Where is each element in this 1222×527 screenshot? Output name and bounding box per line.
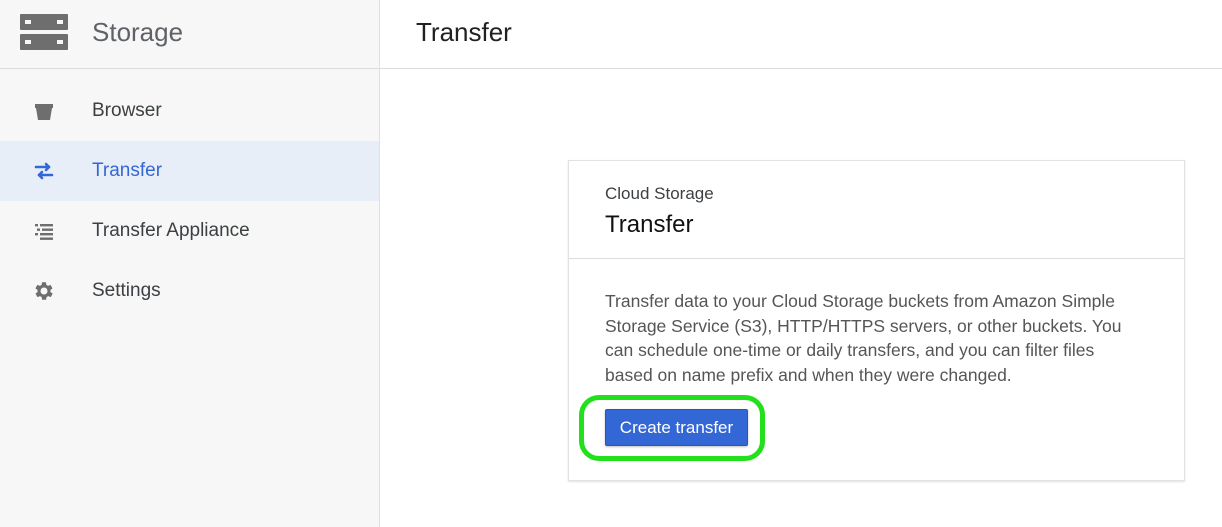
sidebar-item-label: Settings	[92, 280, 161, 301]
page-header: Transfer	[380, 0, 1222, 69]
product-header: Storage	[0, 0, 379, 69]
sidebar-item-settings[interactable]: Settings	[0, 261, 379, 321]
sidebar-item-transfer-appliance[interactable]: Transfer Appliance	[0, 201, 379, 261]
bucket-icon	[35, 104, 53, 120]
card-description: Transfer data to your Cloud Storage buck…	[605, 291, 1122, 385]
card-header: Cloud Storage Transfer	[569, 161, 1184, 259]
page-title: Transfer	[416, 17, 512, 47]
sidebar-item-label: Transfer Appliance	[92, 220, 250, 241]
card-kicker: Cloud Storage	[605, 184, 714, 203]
sidebar: Storage Browser Transfer Transfer Applia…	[0, 0, 380, 527]
sidebar-item-label: Browser	[92, 100, 162, 121]
storage-icon	[20, 14, 68, 50]
card-title: Transfer	[605, 211, 694, 238]
sidebar-item-label: Transfer	[92, 160, 163, 181]
product-title: Storage	[92, 17, 184, 47]
sidebar-item-transfer[interactable]: Transfer	[0, 141, 379, 201]
transfer-arrows-icon	[34, 162, 54, 180]
create-transfer-button[interactable]: Create transfer	[605, 409, 748, 446]
sidebar-item-browser[interactable]: Browser	[0, 81, 379, 141]
list-icon	[35, 224, 53, 240]
gear-icon	[35, 282, 53, 300]
